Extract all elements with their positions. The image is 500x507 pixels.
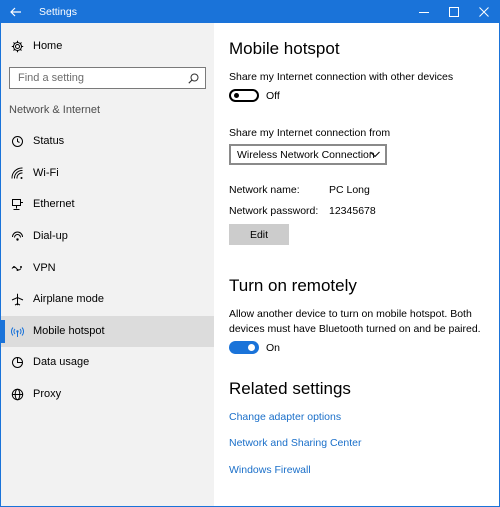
selection-accent: [1, 320, 5, 343]
edit-button[interactable]: Edit: [229, 224, 289, 245]
sidebar-item-label: Ethernet: [33, 198, 75, 210]
window-title: Settings: [39, 6, 77, 18]
vpn-icon: [11, 266, 22, 271]
wifi-icon: [11, 167, 23, 179]
sidebar-item-label: Mobile hotspot: [33, 325, 105, 337]
sidebar-home[interactable]: Home: [1, 33, 214, 61]
share-from-value: Wireless Network Connection: [237, 149, 375, 161]
remote-description-line2: devices must have Bluetooth turned on an…: [229, 323, 481, 335]
link-change-adapter-options[interactable]: Change adapter options: [229, 411, 341, 423]
sidebar-item-label: Proxy: [33, 388, 62, 400]
ethernet-icon: [12, 199, 23, 210]
remote-section-title: Turn on remotely: [229, 276, 357, 295]
chevron-down-icon: [370, 151, 380, 158]
sidebar-item-label: Data usage: [33, 356, 90, 368]
title-bar: Settings: [1, 1, 499, 23]
search-input[interactable]: Find a setting: [9, 67, 206, 89]
link-network-sharing-center[interactable]: Network and Sharing Center: [229, 437, 362, 449]
network-name-label: Network name:: [229, 184, 300, 196]
page-title: Mobile hotspot: [229, 39, 340, 58]
share-connection-label: Share my Internet connection with other …: [229, 71, 454, 83]
sidebar-section-label: Network & Internet: [9, 104, 101, 116]
sidebar-item-label: Status: [33, 135, 65, 147]
sidebar-item-wifi[interactable]: Wi-Fi: [1, 158, 214, 189]
sidebar: Home Find a setting Network & Internet S…: [1, 23, 214, 506]
network-password-value: 12345678: [329, 205, 376, 217]
maximize-icon: [449, 7, 459, 17]
sidebar-item-mobile-hotspot[interactable]: Mobile hotspot: [1, 316, 214, 347]
share-from-dropdown[interactable]: Wireless Network Connection: [229, 144, 387, 165]
search-icon: [188, 73, 199, 84]
sidebar-item-label: Dial-up: [33, 230, 68, 242]
back-button[interactable]: [1, 1, 31, 23]
sidebar-item-label: Wi-Fi: [33, 167, 59, 179]
remote-description-line1: Allow another device to turn on mobile h…: [229, 308, 472, 320]
share-connection-toggle-state: Off: [266, 90, 280, 102]
airplane-icon: [11, 293, 24, 306]
toggle-knob: [248, 344, 255, 351]
minimize-icon: [419, 12, 429, 13]
sidebar-item-airplane-mode[interactable]: Airplane mode: [1, 284, 214, 315]
sidebar-home-label: Home: [33, 40, 63, 52]
back-arrow-icon: [10, 7, 21, 17]
main-content: Mobile hotspot Share my Internet connect…: [214, 23, 499, 506]
share-connection-toggle[interactable]: [229, 89, 259, 102]
sidebar-item-proxy[interactable]: Proxy: [1, 379, 214, 410]
data-usage-icon: [12, 357, 23, 368]
remote-toggle[interactable]: [229, 341, 259, 354]
share-from-label: Share my Internet connection from: [229, 127, 391, 139]
gear-icon: [11, 40, 24, 53]
settings-window: Settings Home Find a setting Network & I…: [0, 0, 500, 507]
link-windows-firewall[interactable]: Windows Firewall: [229, 464, 311, 476]
minimize-button[interactable]: [409, 1, 439, 23]
status-icon: [12, 136, 23, 147]
sidebar-item-label: Airplane mode: [33, 293, 104, 305]
sidebar-item-label: VPN: [33, 262, 56, 274]
close-button[interactable]: [469, 1, 499, 23]
dialup-icon: [12, 231, 23, 241]
network-password-label: Network password:: [229, 205, 319, 217]
sidebar-item-ethernet[interactable]: Ethernet: [1, 189, 214, 220]
sidebar-item-dialup[interactable]: Dial-up: [1, 221, 214, 252]
related-settings-title: Related settings: [229, 379, 351, 398]
toggle-knob: [234, 93, 239, 98]
sidebar-item-vpn[interactable]: VPN: [1, 253, 214, 284]
close-icon: [479, 7, 489, 17]
search-placeholder: Find a setting: [18, 72, 85, 84]
maximize-button[interactable]: [439, 1, 469, 23]
remote-toggle-state: On: [266, 342, 281, 354]
network-name-value: PC Long: [329, 184, 370, 196]
hotspot-icon: [11, 327, 24, 337]
sidebar-item-data-usage[interactable]: Data usage: [1, 347, 214, 378]
globe-icon: [11, 388, 24, 401]
sidebar-item-status[interactable]: Status: [1, 126, 214, 157]
